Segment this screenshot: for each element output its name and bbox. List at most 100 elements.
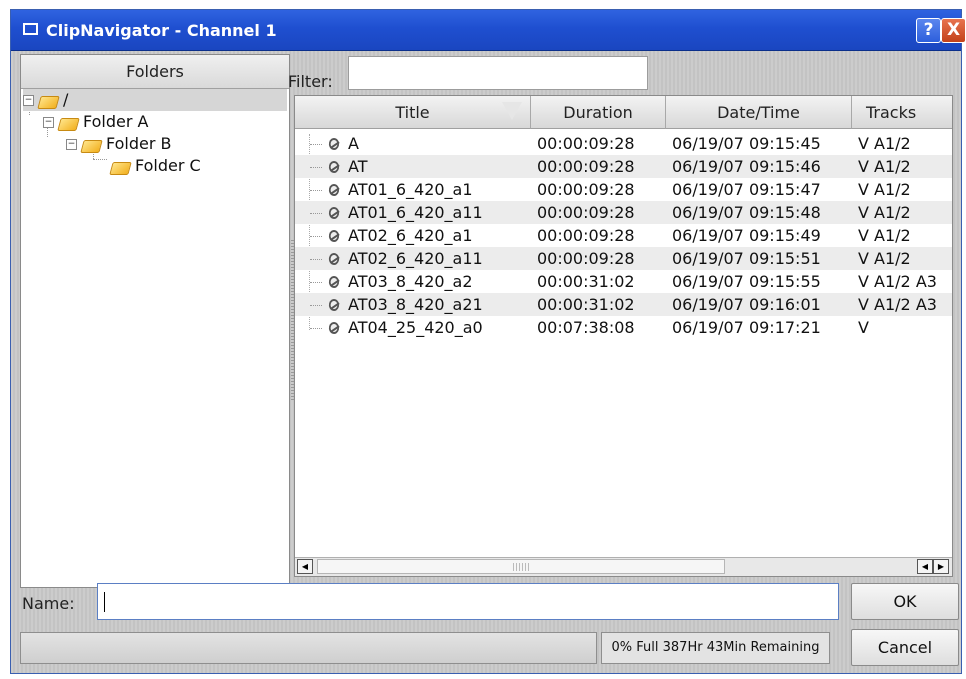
close-button[interactable]: X <box>941 18 966 43</box>
sort-descending-icon <box>502 102 522 120</box>
table-row[interactable]: AT03_8_420_a21 00:00:31:02 06/19/07 09:16:… <box>295 293 952 316</box>
horizontal-scrollbar[interactable]: ◀ ◀ ▶ <box>295 557 952 576</box>
tree-connector <box>310 213 322 214</box>
collapse-icon[interactable]: − <box>66 139 77 150</box>
cell-text: 00:00:09:28 <box>537 180 635 199</box>
filter-input[interactable] <box>348 56 648 90</box>
table-row[interactable]: AT02_6_420_a1 00:00:09:28 06/19/07 09:15:4… <box>295 224 952 247</box>
clip-icon <box>327 252 342 267</box>
tree-connector <box>310 305 322 306</box>
window-title: ClipNavigator - Channel 1 <box>46 21 277 40</box>
cell-tracks: V A1/2 <box>858 201 952 224</box>
scroll-left-button-2[interactable]: ◀ <box>917 559 933 574</box>
cell-text: 06/19/07 09:15:51 <box>672 249 821 268</box>
cell-text: 06/19/07 09:16:01 <box>672 295 821 314</box>
cell-datetime: 06/19/07 09:15:48 <box>672 201 850 224</box>
tree-connector <box>310 328 322 329</box>
ok-button[interactable]: OK <box>851 583 959 620</box>
cell-text: AT02_6_420_a1 <box>348 226 473 245</box>
cell-title: AT02_6_420_a11 <box>327 247 525 270</box>
cell-text: 06/19/07 09:15:45 <box>672 134 821 153</box>
scroll-left-button[interactable]: ◀ <box>297 559 313 574</box>
cell-datetime: 06/19/07 09:15:46 <box>672 155 850 178</box>
table-row[interactable]: AT 00:00:09:28 06/19/07 09:15:46 V A1/2 <box>295 155 952 178</box>
cell-title: AT02_6_420_a1 <box>327 224 525 247</box>
folders-header[interactable]: Folders <box>21 55 289 89</box>
folder-label: Folder B <box>106 134 172 153</box>
name-input[interactable] <box>97 583 839 620</box>
cell-datetime: 06/19/07 09:15:55 <box>672 270 850 293</box>
folder-item-folder-c[interactable]: Folder C <box>111 155 201 177</box>
help-button[interactable]: ? <box>916 18 941 43</box>
table-row[interactable]: AT01_6_420_a1 00:00:09:28 06/19/07 09:15:4… <box>295 178 952 201</box>
cancel-button[interactable]: Cancel <box>851 629 959 666</box>
clip-icon <box>327 298 342 313</box>
folder-label: Folder A <box>83 112 149 131</box>
text-caret <box>104 592 105 612</box>
cell-text: AT <box>348 157 368 176</box>
table-row[interactable]: AT01_6_420_a11 00:00:09:28 06/19/07 09:15:… <box>295 201 952 224</box>
cell-text: V A1/2 <box>858 249 911 268</box>
column-header-tracks[interactable]: Tracks <box>852 96 952 129</box>
cell-tracks: V A1/2 <box>858 132 952 155</box>
cell-tracks: V A1/2 A3 <box>858 270 952 293</box>
column-header-datetime[interactable]: Date/Time <box>666 96 852 129</box>
clip-icon <box>327 160 342 175</box>
window-icon <box>23 23 38 35</box>
tree-connector <box>310 236 322 237</box>
cell-text: V A1/2 <box>858 134 911 153</box>
cell-text: 06/19/07 09:15:49 <box>672 226 821 245</box>
table-row[interactable]: AT02_6_420_a11 00:00:09:28 06/19/07 09:15:… <box>295 247 952 270</box>
folder-item-root[interactable]: − / <box>23 89 287 111</box>
clip-list[interactable]: Title Duration Date/Time Tracks A 00:00:0… <box>294 95 953 577</box>
cell-tracks: V A1/2 A3 <box>858 293 952 316</box>
column-label: Title <box>395 103 430 122</box>
cell-text: AT01_6_420_a1 <box>348 180 473 199</box>
cell-text: V A1/2 A3 <box>858 295 937 314</box>
clip-icon <box>327 275 342 290</box>
table-row[interactable]: AT04_25_420_a0 00:07:38:08 06/19/07 09:17:… <box>295 316 952 339</box>
title-bar[interactable]: ClipNavigator - Channel 1 ? X <box>11 10 966 51</box>
collapse-icon[interactable]: − <box>23 95 34 106</box>
column-header-title[interactable]: Title <box>295 96 531 129</box>
cell-duration: 00:00:09:28 <box>537 247 665 270</box>
cell-text: AT04_25_420_a0 <box>348 318 483 337</box>
folder-label: Folder C <box>135 156 201 175</box>
clip-icon <box>327 206 342 221</box>
cell-text: 06/19/07 09:15:46 <box>672 157 821 176</box>
table-row[interactable]: A 00:00:09:28 06/19/07 09:15:45 V A1/2 <box>295 132 952 155</box>
table-row[interactable]: AT03_8_420_a2 00:00:31:02 06/19/07 09:15:5… <box>295 270 952 293</box>
clip-icon <box>327 321 342 336</box>
cell-tracks: V A1/2 <box>858 224 952 247</box>
scroll-right-button[interactable]: ▶ <box>933 559 949 574</box>
scroll-thumb[interactable] <box>317 559 725 574</box>
collapse-icon[interactable]: − <box>43 117 54 128</box>
tree-connector <box>310 282 322 283</box>
cell-title: AT01_6_420_a11 <box>327 201 525 224</box>
cell-text: 00:00:31:02 <box>537 272 635 291</box>
folder-item-folder-a[interactable]: − Folder A <box>43 111 148 133</box>
cell-text: V A1/2 A3 <box>858 272 937 291</box>
tree-connector <box>310 190 322 191</box>
cell-title: A <box>327 132 525 155</box>
folder-icon <box>82 138 100 152</box>
cell-text: 00:00:31:02 <box>537 295 635 314</box>
cell-text: 06/19/07 09:17:21 <box>672 318 821 337</box>
tree-connector <box>310 259 322 260</box>
cell-text: V <box>858 318 869 337</box>
folder-item-folder-b[interactable]: − Folder B <box>66 133 172 155</box>
cell-text: 00:00:09:28 <box>537 134 635 153</box>
cell-title: AT03_8_420_a21 <box>327 293 525 316</box>
column-header-duration[interactable]: Duration <box>531 96 666 129</box>
folder-icon <box>59 116 77 130</box>
cell-datetime: 06/19/07 09:17:21 <box>672 316 850 339</box>
clip-icon <box>327 183 342 198</box>
cell-duration: 00:00:09:28 <box>537 132 665 155</box>
cell-text: AT03_8_420_a2 <box>348 272 473 291</box>
cell-text: 00:07:38:08 <box>537 318 635 337</box>
cell-text: 06/19/07 09:15:48 <box>672 203 821 222</box>
capacity-progress-bar <box>20 632 597 664</box>
name-label: Name: <box>22 594 75 613</box>
cell-text: 06/19/07 09:15:47 <box>672 180 821 199</box>
cell-duration: 00:00:31:02 <box>537 270 665 293</box>
